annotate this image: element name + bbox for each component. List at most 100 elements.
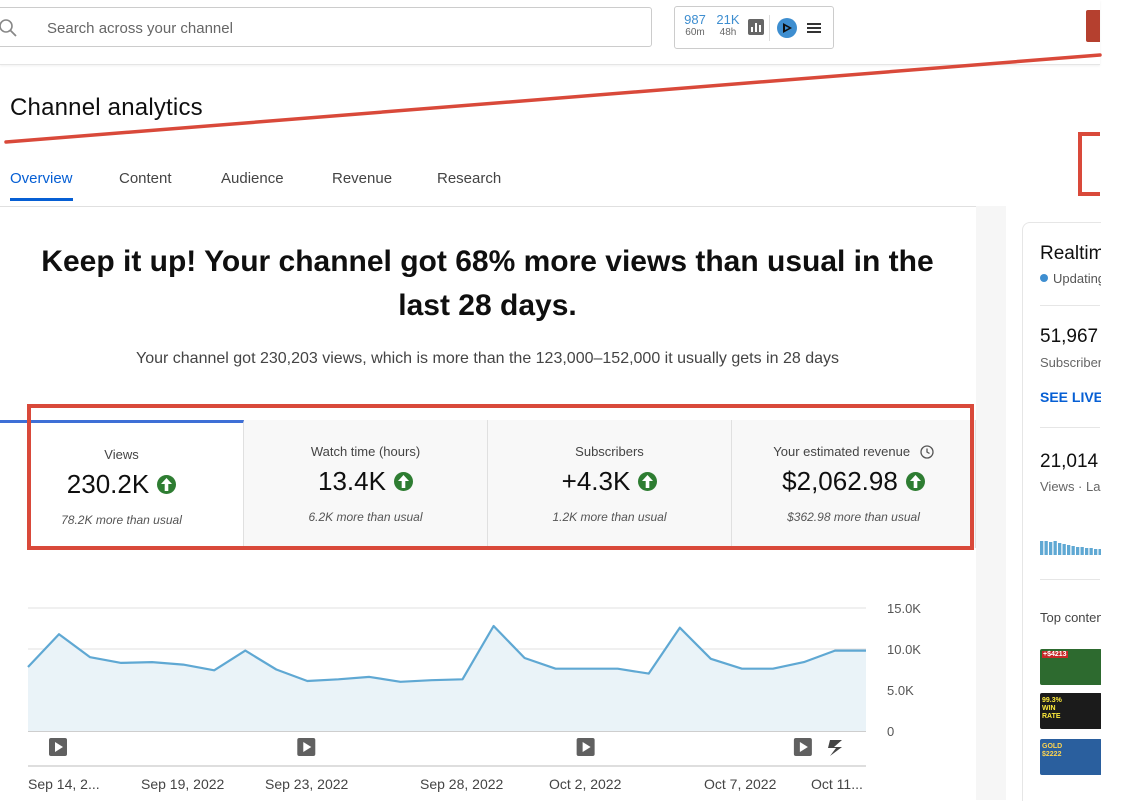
realtime-title: Realtime <box>1040 243 1101 264</box>
tab-audience[interactable]: Audience <box>221 170 284 201</box>
top-content-thumbnail[interactable]: +$4213 <box>1040 649 1101 685</box>
x-tick-label: Sep 28, 2022 <box>420 776 504 792</box>
y-tick-label: 10.0K <box>887 642 921 657</box>
updating-label: Updating live <box>1053 271 1101 286</box>
realtime-card: Realtime Updating live 51,967 Subscriber… <box>1022 222 1101 801</box>
live-dot-icon <box>1040 274 1048 282</box>
x-tick-label: Oct 2, 2022 <box>549 776 622 792</box>
tab-overview[interactable]: Overview <box>10 170 73 201</box>
divider <box>1040 427 1100 428</box>
realtime-48h-stat[interactable]: 21K 48h <box>713 12 743 39</box>
stat-48h-value: 21K <box>716 12 740 27</box>
metric-value: $2,062.98 <box>782 466 898 496</box>
see-live-count-link[interactable]: SEE LIVE COUNT <box>1040 389 1101 405</box>
views-chart[interactable]: 0 5.0K 10.0K 15.0K Sep 14, 2... Sep 19, 2022 S… <box>0 590 976 800</box>
metric-label: Watch time (hours) <box>310 444 421 459</box>
hamburger-menu-icon[interactable] <box>807 21 821 35</box>
stat-60m-period: 60m <box>685 27 705 38</box>
mini-bar <box>1089 548 1093 555</box>
summary-headline: Keep it up! Your channel got 68% more vi… <box>41 245 934 322</box>
x-tick-label: Oct 7, 2022 <box>704 776 777 792</box>
mini-bar <box>1098 549 1101 555</box>
create-button[interactable] <box>1086 10 1100 42</box>
mini-bar <box>1040 541 1044 555</box>
updating-status: Updating live <box>1040 271 1101 286</box>
metric-value-row: +4.3K <box>488 466 731 497</box>
mini-bar <box>1085 548 1089 555</box>
metric-card-revenue[interactable]: Your estimated revenue $2,062.98 $362.98… <box>732 420 976 548</box>
mini-bar <box>1053 541 1057 555</box>
mini-bar <box>1062 544 1066 555</box>
realtime-60m-stat[interactable]: 987 60m <box>680 12 710 39</box>
shorts-icon <box>828 740 842 756</box>
search-icon <box>0 19 17 37</box>
extension-toolbar: 987 60m 21K 48h <box>674 6 834 49</box>
arrow-up-icon <box>905 472 925 491</box>
metric-note: 1.2K more than usual <box>552 510 667 524</box>
extension-logo-icon[interactable] <box>777 18 797 38</box>
toolbar-divider <box>769 15 770 41</box>
metric-card-views[interactable]: Views 230.2K 78.2K more than usual <box>0 420 244 548</box>
metric-value-row: $2,062.98 <box>732 466 975 497</box>
metric-note: $362.98 more than usual <box>787 510 920 524</box>
annotation-rectangle <box>1078 132 1100 196</box>
mini-bar <box>1076 547 1080 555</box>
realtime-subscribers-value: 51,967 <box>1040 326 1099 347</box>
metric-cards: Views 230.2K 78.2K more than usual Watch… <box>0 420 976 548</box>
metric-value: +4.3K <box>561 466 631 496</box>
metric-note: 6.2K more than usual <box>308 510 423 524</box>
metric-value: 13.4K <box>318 466 386 496</box>
analytics-tabs: Overview Content Audience Revenue Resear… <box>0 160 1005 207</box>
metric-card-watch-time[interactable]: Watch time (hours) 13.4K 6.2K more than … <box>244 420 488 548</box>
realtime-views-label: Views · Last 48 hours <box>1040 479 1101 494</box>
stat-60m-value: 987 <box>684 12 706 27</box>
summary-subline: Your channel got 230,203 views, which is… <box>136 350 839 367</box>
divider <box>1040 579 1100 580</box>
bar-chart-icon[interactable] <box>748 19 764 35</box>
tab-research[interactable]: Research <box>437 170 501 201</box>
mini-bar <box>1058 543 1062 555</box>
thumbnail-text: GOLD $2222 <box>1042 743 1063 758</box>
metric-label: Your estimated revenue <box>773 444 911 459</box>
x-tick-label: Sep 19, 2022 <box>141 776 225 792</box>
realtime-mini-bar-chart[interactable] <box>1040 539 1101 555</box>
thumbnail-text: +$4213 <box>1042 651 1068 658</box>
arrow-up-icon <box>157 475 177 494</box>
metric-note: 78.2K more than usual <box>61 513 182 527</box>
mini-bar <box>1049 542 1053 555</box>
x-tick-label: Sep 23, 2022 <box>265 776 349 792</box>
mini-bar <box>1080 547 1084 555</box>
y-tick-label: 5.0K <box>887 683 914 698</box>
metric-value-row: 13.4K <box>244 466 487 497</box>
mini-bar <box>1094 549 1098 555</box>
stat-48h-period: 48h <box>719 27 737 38</box>
top-content-label: Top content <box>1040 610 1101 625</box>
metric-label: Views <box>104 447 139 462</box>
divider <box>1040 305 1100 306</box>
mini-bar <box>1067 545 1071 555</box>
arrow-up-icon <box>638 472 658 491</box>
x-tick-label: Sep 14, 2... <box>28 776 100 792</box>
search-input[interactable] <box>45 14 629 42</box>
top-content-thumbnail[interactable]: 99.3% WIN RATE <box>1040 693 1101 729</box>
chart-area-fill <box>28 626 866 731</box>
thumbnail-text: 99.3% WIN RATE <box>1042 697 1062 720</box>
column-gutter <box>976 206 1006 800</box>
tab-revenue[interactable]: Revenue <box>332 170 392 201</box>
metric-label-row: Your estimated revenue <box>732 444 975 459</box>
tab-content[interactable]: Content <box>119 170 172 201</box>
mini-bar <box>1044 541 1048 555</box>
page-title: Channel analytics <box>10 94 203 121</box>
top-content-thumbnail[interactable]: GOLD $2222 <box>1040 739 1101 775</box>
mini-bar <box>1071 546 1075 555</box>
x-tick-label: Oct 11... <box>811 776 863 792</box>
metric-value: 230.2K <box>66 469 150 499</box>
clock-icon[interactable] <box>920 445 934 459</box>
metric-label: Subscribers <box>575 444 644 459</box>
realtime-subscribers-label: Subscribers <box>1040 355 1101 370</box>
top-bar: 987 60m 21K 48h <box>0 0 1100 65</box>
metric-value-row: 230.2K <box>0 469 243 500</box>
realtime-views-value: 21,014 <box>1040 451 1099 472</box>
metric-card-subscribers[interactable]: Subscribers +4.3K 1.2K more than usual <box>488 420 732 548</box>
search-box[interactable] <box>0 7 652 47</box>
